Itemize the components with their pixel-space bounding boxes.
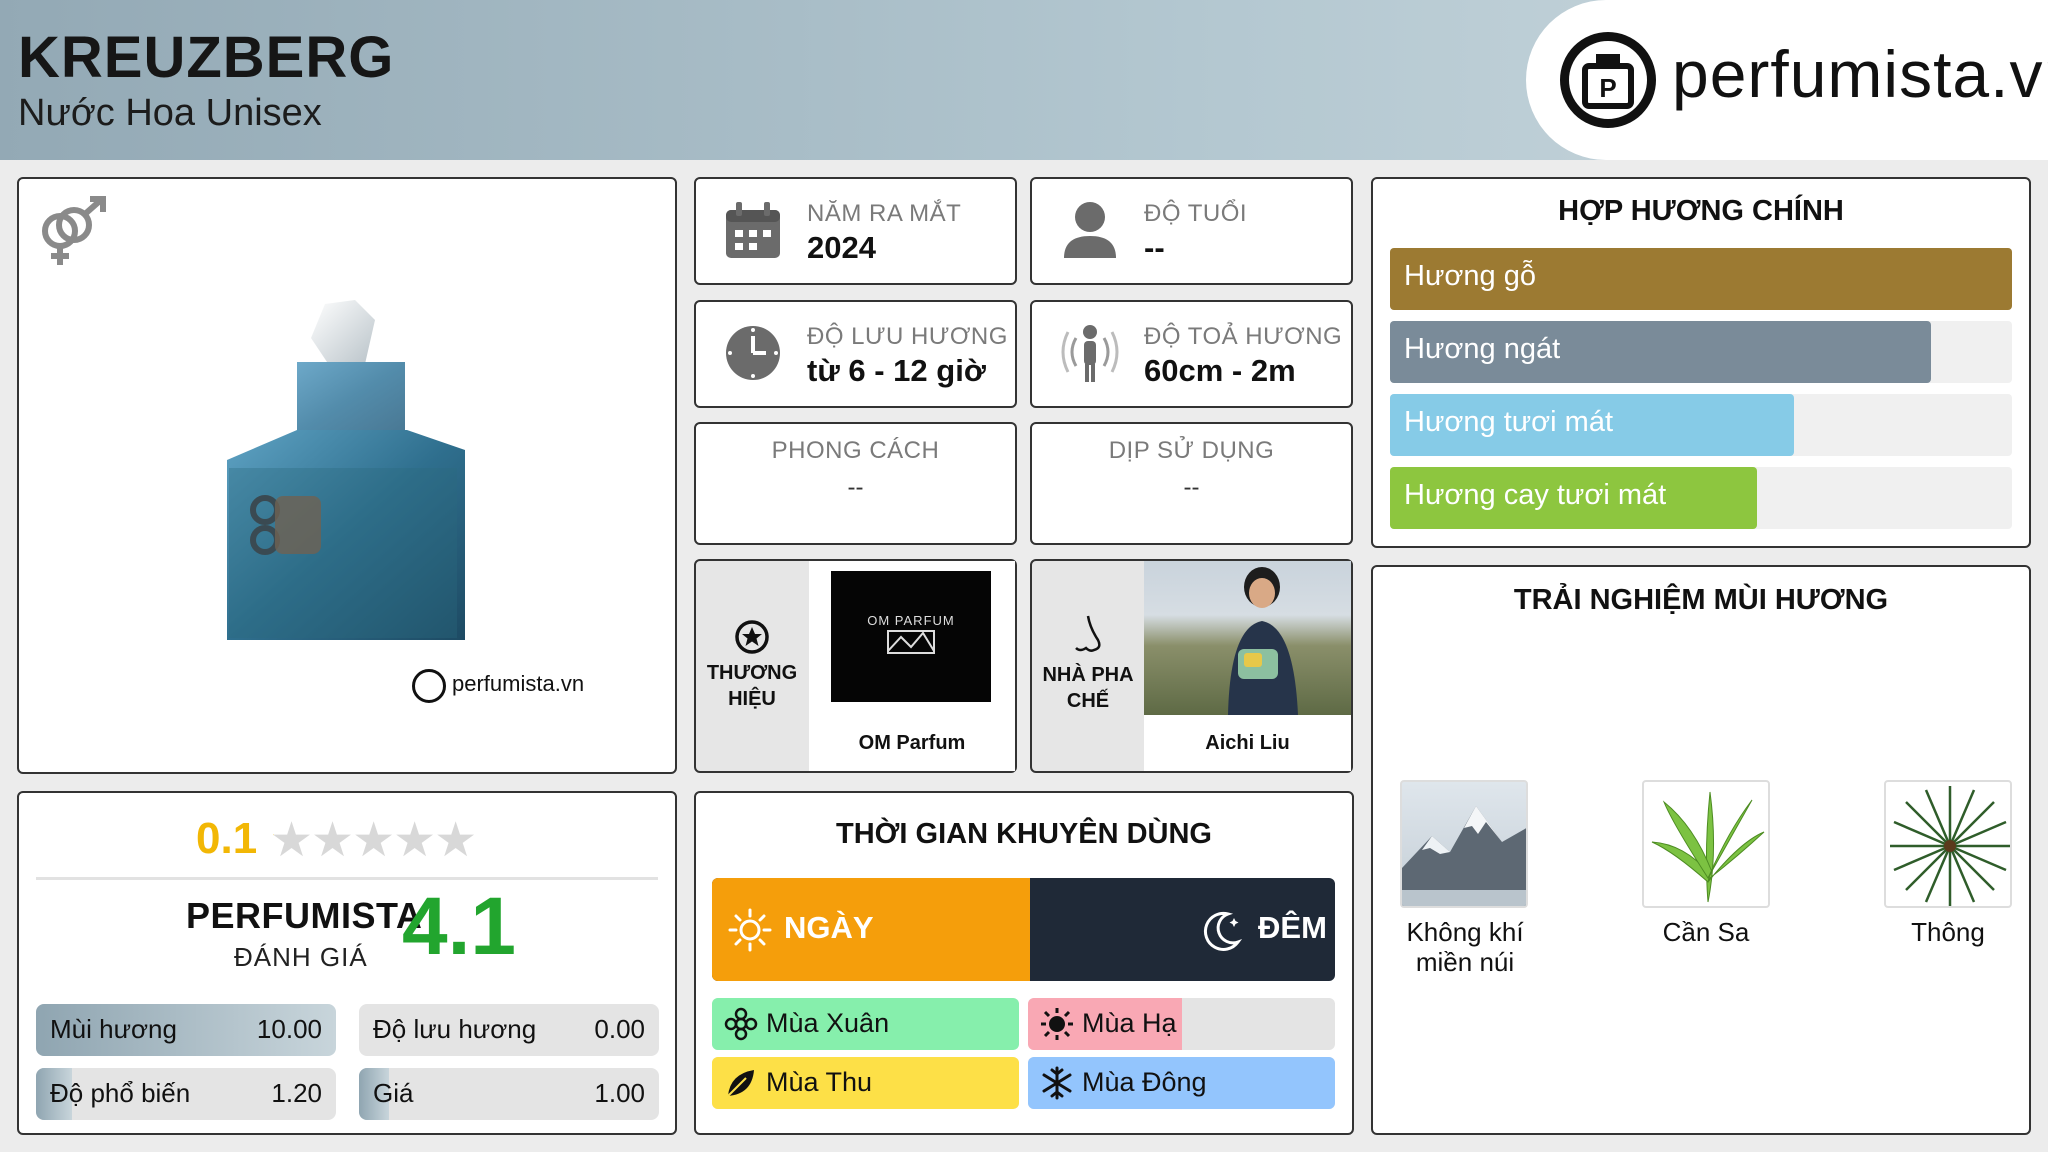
perfume-bottle-logo-icon: P bbox=[1560, 32, 1656, 128]
accord-label: Hương ngát bbox=[1404, 333, 1561, 365]
season-label: Mùa Hạ bbox=[1082, 1008, 1177, 1038]
occasion-value: -- bbox=[1183, 474, 1200, 501]
sun-icon bbox=[1040, 1007, 1074, 1041]
note-mountain-label: Không khí miền núi bbox=[1406, 917, 1524, 977]
note-mountain-icon[interactable] bbox=[1400, 780, 1528, 908]
accord-bar-2: Hương tươi mát bbox=[1390, 394, 2012, 456]
rating-stat-value: 1.20 bbox=[271, 1078, 322, 1108]
perfumer-label: NHÀ PHA CHẾ bbox=[1042, 664, 1134, 712]
moon-icon bbox=[1198, 908, 1244, 954]
accord-label: Hương cay tươi mát bbox=[1404, 479, 1667, 511]
style-label: PHONG CÁCH bbox=[771, 437, 940, 464]
rating-stat-label: Độ phổ biến bbox=[50, 1078, 191, 1108]
brand-name[interactable]: OM Parfum bbox=[811, 732, 1013, 755]
accord-label: Hương tươi mát bbox=[1404, 406, 1614, 438]
brand-label: THƯƠNG HIỆU bbox=[706, 662, 798, 710]
star-icon[interactable]: ★ bbox=[393, 814, 436, 867]
person-icon bbox=[1062, 200, 1118, 260]
page-subtitle: Nước Hoa Unisex bbox=[18, 92, 322, 134]
accord-bar-3: Hương cay tươi mát bbox=[1390, 467, 2012, 529]
season-pill: Mùa Đông bbox=[1028, 1057, 1335, 1109]
season-pill: Mùa Hạ bbox=[1028, 998, 1335, 1050]
nose-icon bbox=[1070, 614, 1106, 654]
star-icon[interactable]: ★ bbox=[311, 814, 354, 867]
user-score: 0.1 bbox=[196, 814, 258, 863]
rating-sub-label: ĐÁNH GIÁ bbox=[234, 942, 368, 972]
rating-stat-value: 10.00 bbox=[256, 1014, 322, 1044]
page-title: KREUZBERG bbox=[18, 25, 395, 90]
star-rating[interactable]: ★★★★★ ★★★★★ bbox=[270, 812, 500, 868]
rating-stat-pill: Mùi hương 10.00 bbox=[36, 1004, 336, 1056]
note-pine-label: Thông bbox=[1911, 917, 1985, 947]
accord-bar-1: Hương ngát bbox=[1390, 321, 2012, 383]
product-bottle-image bbox=[215, 300, 475, 652]
star-icon[interactable]: ★ bbox=[352, 814, 395, 867]
night-label: ĐÊM bbox=[1258, 910, 1327, 945]
note-pine-icon[interactable] bbox=[1884, 780, 2012, 908]
clock-icon bbox=[724, 324, 782, 382]
season-label: Mùa Thu bbox=[766, 1067, 873, 1097]
snowflake-icon bbox=[1040, 1066, 1074, 1100]
star-rating-empty: ★★★★★ bbox=[270, 812, 477, 868]
flower-icon bbox=[724, 1007, 758, 1041]
perfumista-rating-label: PERFUMISTA bbox=[186, 895, 423, 936]
day-label: NGÀY bbox=[784, 910, 874, 945]
longevity-label: ĐỘ LƯU HƯƠNG bbox=[807, 323, 1008, 350]
star-badge-icon bbox=[734, 619, 770, 655]
unisex-gender-icon bbox=[34, 195, 110, 271]
rating-stat-value: 0.00 bbox=[594, 1014, 645, 1044]
brand-logo-text: perfumista.vn bbox=[1672, 37, 2048, 111]
rating-stat-pill: Giá 1.00 bbox=[359, 1068, 659, 1120]
rating-stat-pill: Độ lưu hương 0.00 bbox=[359, 1004, 659, 1056]
rating-stat-pill: Độ phổ biến 1.20 bbox=[36, 1068, 336, 1120]
watermark-logo-icon bbox=[412, 669, 446, 703]
star-icon[interactable]: ★ bbox=[434, 814, 477, 867]
perfumista-score: 4.1 bbox=[402, 881, 516, 972]
accords-title: HỢP HƯƠNG CHÍNH bbox=[1558, 195, 1844, 227]
age-value: -- bbox=[1144, 230, 1165, 265]
accord-label: Hương gỗ bbox=[1404, 260, 1536, 292]
sun-icon bbox=[728, 908, 772, 952]
brand-logo-image: OM PARFUM bbox=[831, 571, 991, 702]
sillage-label: ĐỘ TOẢ HƯƠNG bbox=[1144, 323, 1343, 350]
note-cannabis-icon[interactable] bbox=[1642, 780, 1770, 908]
rating-stat-label: Mùi hương bbox=[50, 1014, 177, 1044]
leaf-icon bbox=[724, 1066, 758, 1100]
star-icon[interactable]: ★ bbox=[270, 814, 313, 867]
rating-stat-label: Giá bbox=[373, 1078, 414, 1108]
rating-stat-label: Độ lưu hương bbox=[373, 1014, 537, 1044]
occasion-label: DỊP SỬ DỤNG bbox=[1108, 437, 1275, 464]
season-pill: Mùa Thu bbox=[712, 1057, 1019, 1109]
rating-stat-value: 1.00 bbox=[594, 1078, 645, 1108]
star-rating-filled: ★★★★★ bbox=[270, 812, 274, 868]
perfumer-photo bbox=[1144, 561, 1351, 715]
note-cannabis-label: Cần Sa bbox=[1662, 917, 1750, 947]
longevity-value: từ 6 - 12 giờ bbox=[807, 353, 986, 388]
age-label: ĐỘ TUỔI bbox=[1144, 200, 1248, 227]
sillage-person-icon bbox=[1058, 322, 1122, 384]
release-year-value: 2024 bbox=[807, 230, 876, 265]
season-pill: Mùa Xuân bbox=[712, 998, 1019, 1050]
calendar-icon bbox=[724, 202, 782, 260]
release-year-label: NĂM RA MẮT bbox=[807, 200, 962, 227]
day-night-bar: NGÀY ĐÊM bbox=[712, 878, 1335, 981]
season-label: Mùa Xuân bbox=[766, 1008, 890, 1038]
product-watermark-text: perfumista.vn bbox=[452, 671, 585, 696]
usage-time-title: THỜI GIAN KHUYÊN DÙNG bbox=[836, 818, 1212, 850]
accord-bar-0: Hương gỗ bbox=[1390, 248, 2012, 310]
experience-title: TRẢI NGHIỆM MÙI HƯƠNG bbox=[1513, 584, 1889, 616]
rating-divider bbox=[36, 877, 658, 880]
star-icon-filled: ★ bbox=[270, 814, 274, 867]
svg-text:P: P bbox=[1599, 73, 1616, 103]
season-label: Mùa Đông bbox=[1082, 1067, 1207, 1097]
style-value: -- bbox=[847, 474, 864, 501]
perfumer-name[interactable]: Aichi Liu bbox=[1146, 732, 1349, 755]
sillage-value: 60cm - 2m bbox=[1144, 353, 1296, 388]
